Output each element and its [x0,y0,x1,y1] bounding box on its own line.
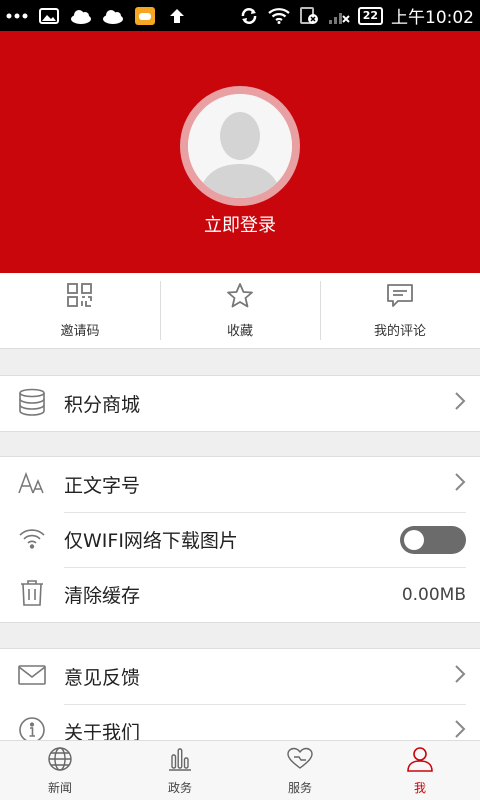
wifi-only-toggle[interactable] [400,525,466,554]
wifi-icon [18,527,46,553]
chevron-right-icon [454,391,466,416]
mail-icon [17,664,47,690]
game-app-icon [134,6,156,25]
globe-icon [47,746,73,776]
settings-group-mall: 积分商城 [0,375,480,432]
heart-hands-icon [286,746,314,776]
chevron-right-icon [454,472,466,497]
clock: 上午10:02 [391,8,474,28]
cache-size: 0.00MB [401,584,466,605]
favorites-button[interactable]: 收藏 [160,273,320,348]
invite-code-label: 邀请码 [60,324,100,339]
battery-indicator: 22 [357,6,383,25]
feedback-label: 意见反馈 [64,667,141,689]
quick-actions: 邀请码 收藏 我的评论 [0,273,480,349]
nav-government-label: 政务 [167,780,192,795]
font-size-label: 正文字号 [64,475,141,497]
comment-icon [386,282,414,312]
wifi-only-images-label: 仅WIFI网络下载图片 [64,530,238,552]
nav-government[interactable]: 政务 [120,741,240,800]
wifi-signal-icon [267,7,290,25]
nav-services[interactable]: 服务 [240,741,360,800]
avatar[interactable] [180,86,300,206]
my-comments-label: 我的评论 [373,324,426,339]
qr-code-icon [66,282,94,312]
bar-chart-icon [167,746,193,776]
cloud-icon [102,7,124,25]
nav-news-label: 新闻 [47,780,72,795]
trash-icon [19,579,45,611]
feedback-item[interactable]: 意见反馈 [0,649,480,704]
my-comments-button[interactable]: 我的评论 [320,273,480,348]
database-icon [17,388,47,420]
favorites-label: 收藏 [226,324,253,339]
nav-services-label: 服务 [287,780,312,795]
toggle-knob [404,529,424,550]
points-mall-label: 积分商城 [64,394,141,416]
clear-cache-label: 清除缓存 [64,585,141,607]
sync-icon [238,7,260,25]
bottom-navigation: 新闻 政务 服务 我 [0,740,480,800]
avatar-placeholder-icon [188,94,292,198]
points-mall-item[interactable]: 积分商城 [0,376,480,431]
upload-arrow-icon [166,7,188,25]
invite-code-button[interactable]: 邀请码 [0,273,160,348]
wifi-only-images-item: 仅WIFI网络下载图片 [0,512,480,567]
more-dots-icon [6,7,28,25]
cloud-icon [70,7,92,25]
status-bar: 22 上午10:02 [0,0,480,31]
profile-header: 立即登录 [0,31,480,273]
nav-news[interactable]: 新闻 [0,741,120,800]
nav-me-label: 我 [413,780,426,795]
font-size-icon [17,471,47,499]
user-icon [406,746,434,776]
settings-group-reading: 正文字号 仅WIFI网络下载图片 清除缓存 0.00MB [0,456,480,623]
nav-me[interactable]: 我 [360,741,480,800]
font-size-item[interactable]: 正文字号 [0,457,480,512]
clear-cache-item[interactable]: 清除缓存 0.00MB [0,567,480,622]
star-icon [226,282,254,312]
signal-icon [328,7,350,25]
chevron-right-icon [454,664,466,689]
sim-card-icon [298,6,320,25]
login-button[interactable]: 立即登录 [0,211,480,237]
image-icon [38,7,60,25]
